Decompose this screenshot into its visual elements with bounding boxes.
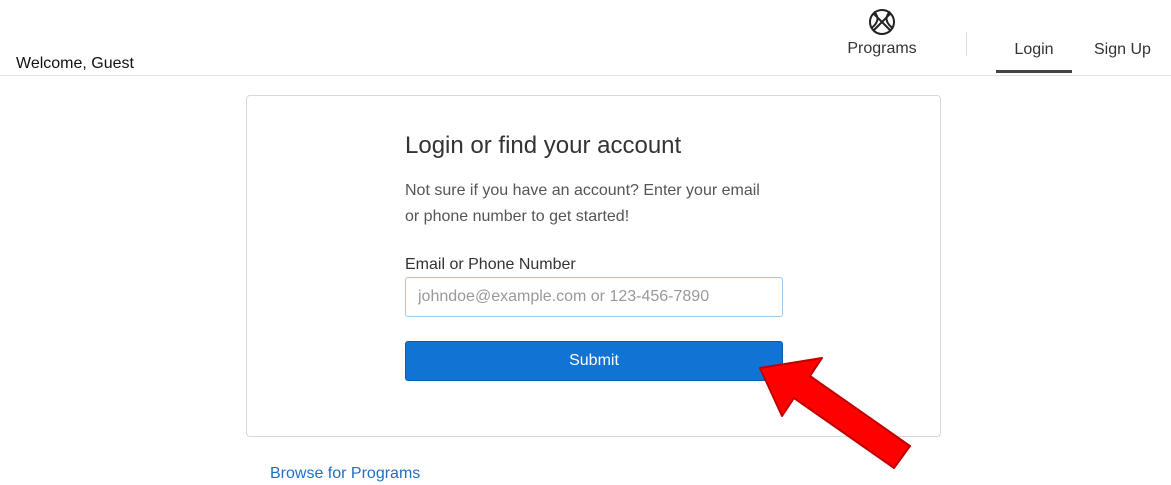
nav-programs[interactable]: Programs [838,8,926,68]
top-navigation-bar: Welcome, Guest Programs Login Sign Up [0,0,1171,76]
nav-signup-link[interactable]: Sign Up [1094,41,1151,59]
basketball-icon [869,9,895,35]
login-title: Login or find your account [405,132,682,159]
welcome-text: Welcome, Guest [16,55,134,72]
red-arrow-annotation [759,357,911,469]
email-phone-label: Email or Phone Number [405,256,576,273]
submit-button[interactable]: Submit [405,341,783,381]
nav-programs-label: Programs [847,40,917,57]
nav-divider [966,32,967,56]
nav-login-tab[interactable]: Login [996,41,1072,73]
email-phone-input[interactable] [405,277,783,317]
browse-programs-link[interactable]: Browse for Programs [270,465,420,483]
login-subtitle: Not sure if you have an account? Enter y… [405,182,760,225]
